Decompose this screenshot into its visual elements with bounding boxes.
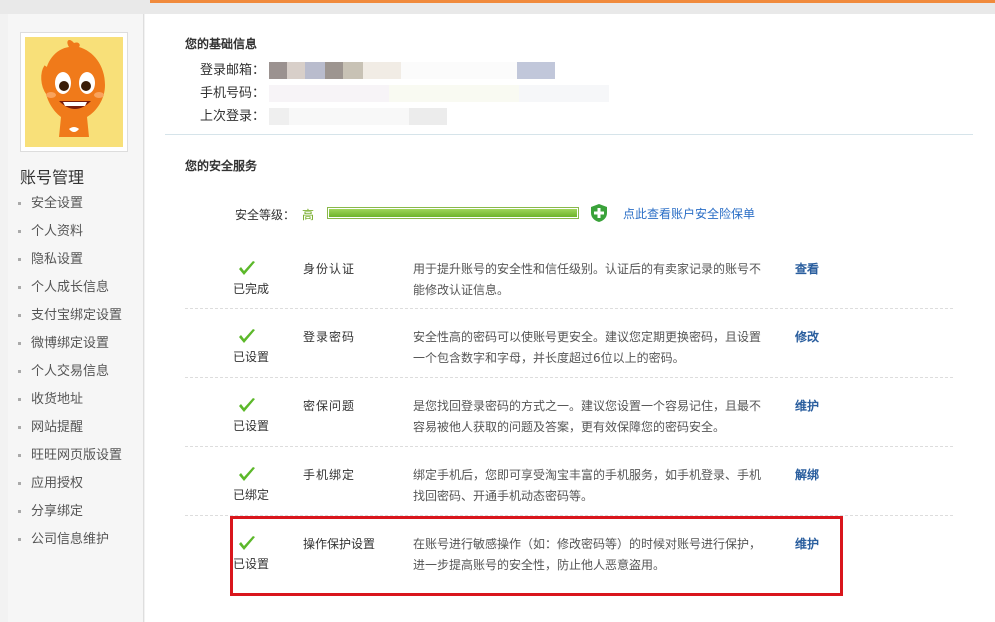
security-level-value: 高 [302, 208, 315, 222]
top-accent-bar [150, 0, 995, 3]
bullet-icon [18, 230, 21, 233]
checkmark-icon [238, 328, 256, 346]
sidebar-item-share-binding[interactable]: 分享绑定 [18, 498, 122, 526]
sidebar-item-label: 支付宝绑定设置 [31, 308, 123, 323]
service-name: 登录密码 [303, 330, 356, 344]
email-label: 登录邮箱： [200, 63, 266, 78]
service-description: 绑定手机后，您即可享受淘宝丰富的手机服务，如手机登录、手机找回密码、开通手机动态… [413, 468, 762, 503]
bullet-icon [18, 454, 21, 457]
sidebar-item-label: 个人成长信息 [31, 280, 110, 295]
security-service-title: 您的安全服务 [185, 159, 258, 173]
sidebar-item-growth[interactable]: 个人成长信息 [18, 274, 122, 302]
email-row: 登录邮箱： [200, 59, 556, 79]
sidebar-item-wangwang[interactable]: 旺旺网页版设置 [18, 442, 122, 470]
last-login-label: 上次登录： [200, 109, 266, 124]
basic-info-title: 您的基础信息 [185, 37, 258, 51]
highlight-box [230, 516, 843, 596]
bullet-icon [18, 482, 21, 485]
bullet-icon [18, 398, 21, 401]
section-divider [165, 134, 973, 135]
sidebar-item-security-settings[interactable]: 安全设置 [18, 190, 122, 218]
row-divider [185, 377, 953, 378]
sidebar-item-address[interactable]: 收货地址 [18, 386, 122, 414]
service-row-security-question: 已设置 密保问题 是您找回登录密码的方式之一。建议您设置一个容易记住，且最不容易… [185, 393, 953, 461]
bullet-icon [18, 202, 21, 205]
sidebar-item-label: 安全设置 [31, 196, 84, 211]
sidebar-item-reminders[interactable]: 网站提醒 [18, 414, 122, 442]
bullet-icon [18, 342, 21, 345]
shield-plus-icon [590, 203, 608, 223]
email-value-redacted [269, 62, 556, 79]
maintain-button[interactable]: 维护 [795, 397, 819, 414]
service-description: 用于提升账号的安全性和信任级别。认证后的有卖家记录的账号不能修改认证信息。 [413, 262, 762, 297]
bullet-icon [18, 286, 21, 289]
service-name: 密保问题 [303, 399, 356, 413]
sidebar-item-app-auth[interactable]: 应用授权 [18, 470, 122, 498]
unbind-button[interactable]: 解绑 [795, 466, 819, 483]
sidebar-item-label: 隐私设置 [31, 252, 84, 267]
service-description: 安全性高的密码可以使账号更安全。建议您定期更换密码，且设置一个包含数字和字母，并… [413, 330, 762, 365]
sidebar-item-company-info[interactable]: 公司信息维护 [18, 526, 122, 554]
service-description: 是您找回登录密码的方式之一。建议您设置一个容易记住，且最不容易被他人获取的问题及… [413, 399, 762, 434]
bullet-icon [18, 510, 21, 513]
sidebar-item-alipay-binding[interactable]: 支付宝绑定设置 [18, 302, 122, 330]
service-row-login-password: 已设置 登录密码 安全性高的密码可以使账号更安全。建议您定期更换密码，且设置一个… [185, 324, 953, 392]
sidebar-item-label: 收货地址 [31, 392, 84, 407]
row-divider [185, 308, 953, 309]
service-status: 已设置 [233, 419, 270, 433]
checkmark-icon [238, 260, 256, 278]
last-login-value-redacted [269, 108, 448, 125]
checkmark-icon [238, 466, 256, 484]
service-status: 已完成 [233, 282, 270, 296]
sidebar-item-label: 分享绑定 [31, 504, 84, 519]
phone-row: 手机号码： [200, 82, 610, 102]
security-level-label: 安全等级： [235, 208, 296, 222]
page: 账号管理 安全设置 个人资料 隐私设置 个人成长信息 支付宝绑定设置 微博绑定设… [0, 0, 995, 622]
view-button[interactable]: 查看 [795, 260, 819, 277]
sidebar-item-label: 旺旺网页版设置 [31, 448, 123, 463]
sidebar-title: 账号管理 [20, 168, 85, 187]
last-login-row: 上次登录： [200, 105, 448, 125]
row-divider [185, 446, 953, 447]
sidebar-item-label: 应用授权 [31, 476, 84, 491]
main-content: 您的基础信息 登录邮箱： 手机号码： 上次登录： 您的安全服务 安全等级： 高 [145, 14, 995, 622]
bullet-icon [18, 258, 21, 261]
sidebar-item-label: 网站提醒 [31, 420, 84, 435]
phone-label: 手机号码： [200, 86, 266, 101]
sidebar-item-weibo-binding[interactable]: 微博绑定设置 [18, 330, 122, 358]
service-status: 已设置 [233, 350, 270, 364]
sidebar-menu: 安全设置 个人资料 隐私设置 个人成长信息 支付宝绑定设置 微博绑定设置 个人交… [18, 190, 122, 554]
sidebar-item-label: 个人资料 [31, 224, 84, 239]
service-row-identity: 已完成 身份认证 用于提升账号的安全性和信任级别。认证后的有卖家记录的账号不能修… [185, 256, 953, 324]
security-level-bar [327, 207, 579, 219]
checkmark-icon [238, 397, 256, 415]
sidebar-item-label: 个人交易信息 [31, 364, 110, 379]
avatar-mascot-image [25, 37, 123, 147]
phone-value-redacted [269, 85, 610, 102]
sidebar-item-trade-info[interactable]: 个人交易信息 [18, 358, 122, 386]
sidebar-item-label: 微博绑定设置 [31, 336, 110, 351]
sidebar: 账号管理 安全设置 个人资料 隐私设置 个人成长信息 支付宝绑定设置 微博绑定设… [8, 14, 144, 622]
avatar[interactable] [20, 32, 128, 152]
service-name: 身份认证 [303, 262, 356, 276]
bullet-icon [18, 538, 21, 541]
bullet-icon [18, 426, 21, 429]
modify-button[interactable]: 修改 [795, 328, 819, 345]
sidebar-item-profile[interactable]: 个人资料 [18, 218, 122, 246]
bullet-icon [18, 314, 21, 317]
security-level-fill [329, 209, 577, 217]
insurance-link[interactable]: 点此查看账户安全险保单 [623, 205, 755, 222]
sidebar-item-privacy[interactable]: 隐私设置 [18, 246, 122, 274]
service-name: 手机绑定 [303, 468, 356, 482]
bullet-icon [18, 370, 21, 373]
service-status: 已绑定 [233, 488, 270, 502]
sidebar-item-label: 公司信息维护 [31, 532, 110, 547]
